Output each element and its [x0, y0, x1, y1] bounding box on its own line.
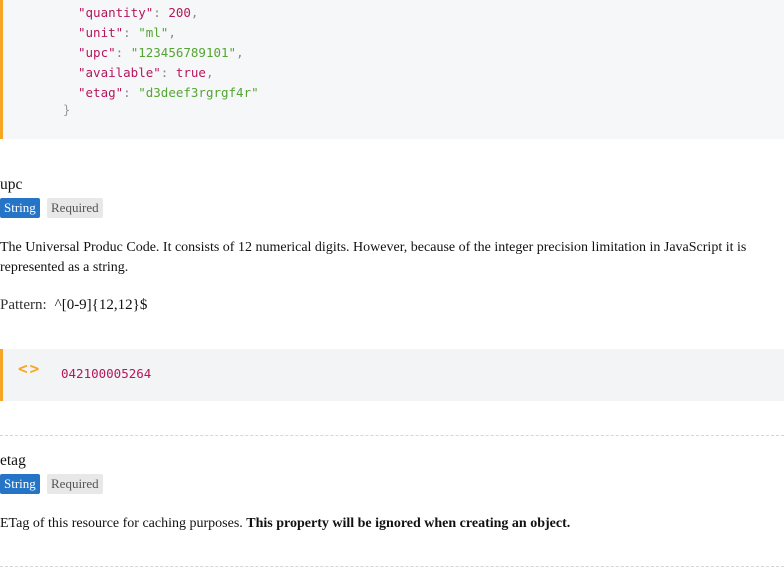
pattern-row-upc: Pattern: ^[0-9]{12,12}$	[0, 297, 147, 314]
code-line-etag: "etag": "d3deef3rgrgf4r"	[78, 85, 259, 100]
description-etag-bold: This property will be ignored when creat…	[246, 516, 571, 531]
property-name-etag: etag	[0, 452, 26, 469]
pattern-value: ^[0-9]{12,12}$	[54, 297, 148, 313]
description-etag: ETag of this resource for caching purpos…	[0, 514, 780, 534]
code-line-quantity: "quantity": 200,	[78, 5, 199, 20]
code-line-available: "available": true,	[78, 65, 214, 80]
code-icon: <>	[18, 359, 42, 378]
example-value-upc: 042100005264	[61, 366, 152, 381]
type-badge-etag: String	[0, 474, 40, 494]
pattern-label: Pattern:	[0, 297, 47, 313]
section-divider-bottom	[0, 566, 784, 567]
example-block-upc: <> 042100005264	[0, 349, 784, 401]
required-badge-upc: Required	[47, 198, 103, 218]
json-example-block: "quantity": 200, "unit": "ml", "upc": "1…	[0, 0, 784, 139]
description-upc: The Universal Produc Code. It consists o…	[0, 240, 747, 275]
code-line-unit: "unit": "ml",	[78, 25, 176, 40]
required-badge-etag: Required	[47, 474, 103, 494]
type-badge-upc: String	[0, 198, 40, 218]
closing-brace: }	[63, 103, 71, 117]
property-name-upc: upc	[0, 176, 23, 193]
code-line-upc: "upc": "123456789101",	[78, 45, 244, 60]
description-etag-plain: ETag of this resource for caching purpos…	[0, 516, 247, 531]
section-divider	[0, 435, 784, 436]
